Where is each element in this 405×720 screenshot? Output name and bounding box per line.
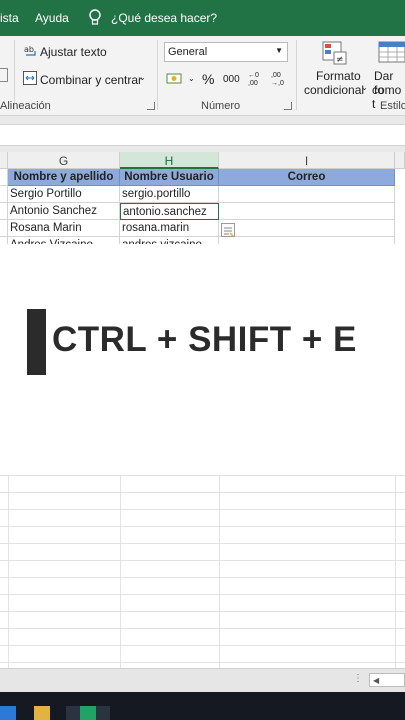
indent-icon[interactable] — [0, 68, 8, 82]
lightbulb-icon[interactable] — [88, 9, 102, 27]
table-cell[interactable]: Sergio Portillo — [8, 186, 120, 203]
alignment-group-label: Alineación — [0, 100, 51, 112]
decrease-decimals-button[interactable]: ,00 →,0 — [271, 72, 289, 88]
row-stub — [0, 186, 8, 203]
thousands-button[interactable]: 000 — [223, 74, 240, 85]
excel-icon — [80, 706, 96, 720]
windows-start-icon[interactable] — [0, 706, 16, 720]
merge-center-icon[interactable] — [23, 71, 37, 85]
conditional-format-line2[interactable]: condicional — [304, 83, 364, 97]
splitter-handle-icon[interactable]: ⋮ — [353, 673, 363, 684]
file-explorer-icon[interactable] — [34, 706, 50, 720]
column-header-j[interactable] — [395, 152, 405, 169]
table-cell[interactable]: Antonio Sanchez — [8, 203, 120, 220]
row-stub — [0, 203, 8, 220]
shortcut-text: CTRL + SHIFT + E — [52, 320, 357, 359]
number-format-value: General — [168, 46, 208, 58]
conditional-format-line1[interactable]: Formato — [316, 69, 361, 83]
ribbon: ab Ajustar texto Combinar y centrar ⌄ Al… — [0, 36, 405, 116]
flash-fill-options-icon[interactable] — [221, 223, 235, 237]
column-header-h[interactable]: H — [120, 152, 219, 169]
table-cell[interactable] — [219, 186, 395, 203]
sheet-tabs-bar: ⋮ ◀ — [0, 668, 405, 692]
header-cell-correo[interactable]: Correo — [219, 169, 395, 186]
scroll-left-icon[interactable]: ◀ — [373, 676, 379, 685]
formula-bar-area — [0, 116, 405, 152]
header-cell-usuario[interactable]: Nombre Usuario — [120, 169, 219, 186]
conditional-format-dropdown-icon[interactable]: ⌄ — [361, 83, 368, 92]
wrap-text-button[interactable]: Ajustar texto — [40, 45, 107, 59]
currency-icon[interactable] — [166, 71, 184, 87]
row-stub — [0, 169, 8, 186]
table-cell[interactable]: rosana.marin — [120, 220, 219, 237]
increase-decimals-button[interactable]: ←0 ,00 — [248, 72, 266, 88]
header-cell-nombre[interactable]: Nombre y apellido — [8, 169, 120, 186]
empty-grid-area — [0, 475, 405, 668]
menu-item-vista[interactable]: ista — [0, 11, 19, 25]
styles-group-label: Estilos — [380, 100, 405, 112]
taskbar — [0, 692, 405, 720]
merge-dropdown-icon[interactable]: ⌄ — [139, 73, 146, 82]
table-cell[interactable] — [219, 203, 395, 220]
wrap-text-icon[interactable]: ab — [24, 44, 38, 58]
alignment-launcher-icon[interactable] — [147, 102, 155, 110]
format-table-icon[interactable] — [378, 41, 405, 65]
table-cell[interactable]: Rosana Marin — [8, 220, 120, 237]
row-stub — [0, 220, 8, 237]
menu-bar: ista Ayuda ¿Qué desea hacer? — [0, 0, 405, 36]
number-launcher-icon[interactable] — [284, 102, 292, 110]
horizontal-scrollbar[interactable]: ◀ — [369, 673, 405, 687]
row-header-corner — [0, 152, 8, 169]
number-group-label: Número — [201, 100, 241, 112]
accent-bar — [27, 309, 46, 375]
shortcut-banner: CTRL + SHIFT + E — [0, 247, 405, 475]
formula-bar[interactable] — [0, 124, 405, 146]
percent-button[interactable]: % — [202, 71, 214, 87]
svg-text:ab: ab — [24, 45, 34, 54]
table-cell[interactable]: antonio.sanchez — [120, 203, 219, 220]
column-header-g[interactable]: G — [8, 152, 120, 169]
merge-center-button[interactable]: Combinar y centrar — [40, 73, 142, 87]
menu-item-ayuda[interactable]: Ayuda — [35, 11, 69, 25]
number-format-select[interactable]: General ▼ — [164, 42, 288, 62]
chevron-down-icon: ▼ — [275, 46, 283, 55]
table-cell[interactable]: sergio.portillo — [120, 186, 219, 203]
table-cell[interactable] — [219, 220, 395, 237]
conditional-format-icon[interactable]: ≠ — [322, 41, 348, 65]
excel-taskbar-slot[interactable] — [66, 706, 110, 720]
svg-text:≠: ≠ — [336, 55, 344, 65]
tell-me-search[interactable]: ¿Qué desea hacer? — [111, 11, 217, 25]
column-header-i[interactable]: I — [219, 152, 395, 169]
currency-dropdown-icon[interactable]: ⌄ — [188, 74, 195, 83]
spreadsheet-grid: G H I Nombre y apellido Nombre Usuario C… — [0, 152, 405, 247]
